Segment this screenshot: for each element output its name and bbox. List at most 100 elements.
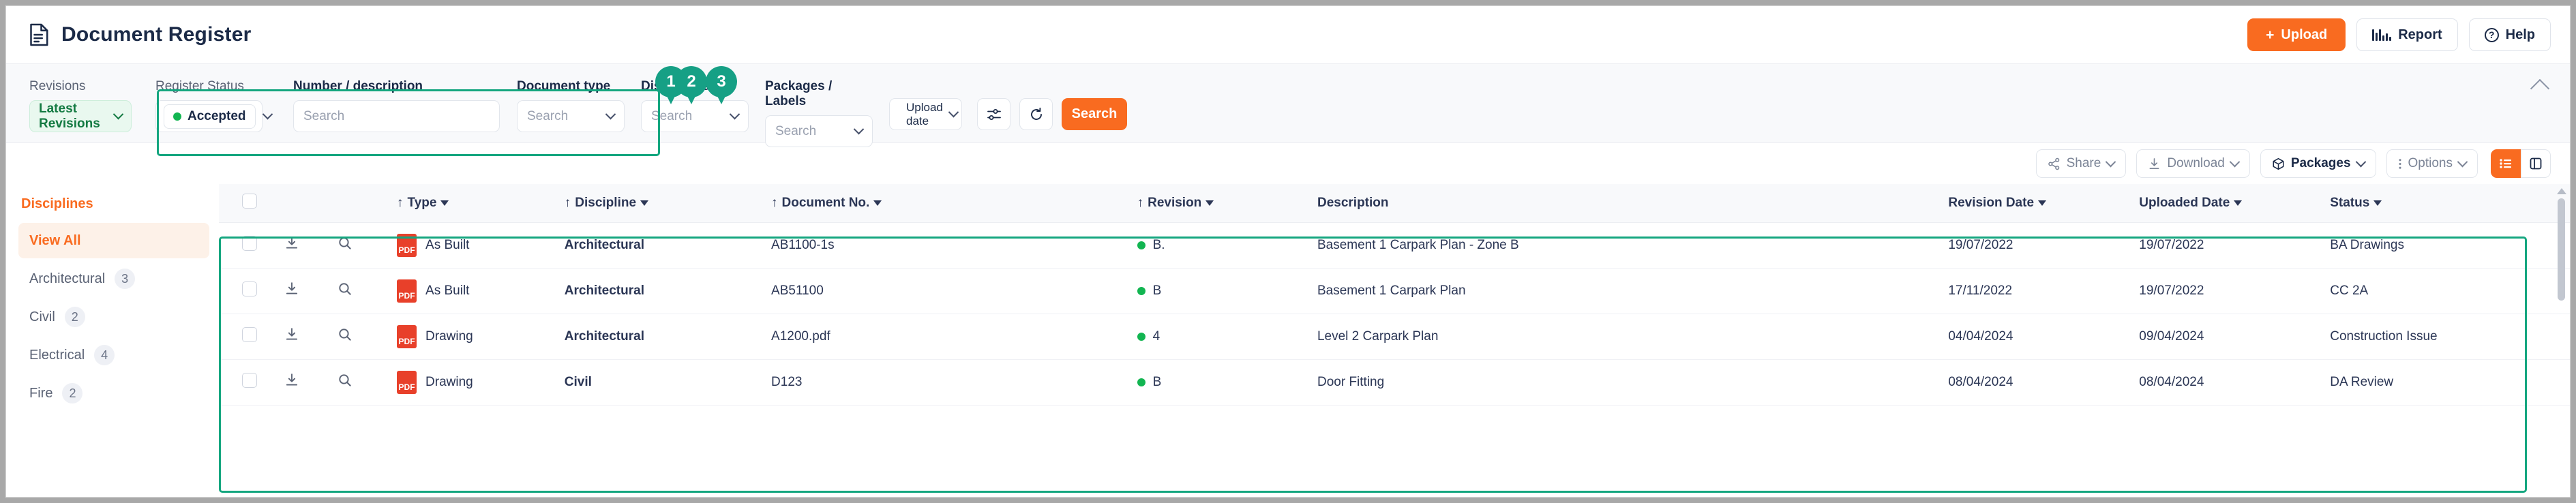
sidebar-item-electrical[interactable]: Electrical 4 [18,337,209,373]
table-row[interactable]: PDF Drawing Architectural A1200.pdf 4 Le… [219,314,2570,360]
collapse-filters-button[interactable] [2530,78,2550,99]
sidebar-item-count: 4 [94,345,115,365]
row-type-cell: PDF As Built [393,222,560,269]
row-status: Construction Issue [2326,314,2570,360]
register-status-chip: Accepted [164,104,256,129]
number-description-input[interactable]: Search [293,100,500,132]
th-document-no[interactable]: ↑ Document No. [767,184,1133,223]
disciplines-sidebar: Disciplines View All Architectural 3 Civ… [6,184,219,497]
revision-status-dot-icon [1137,241,1145,249]
table-row[interactable]: PDF Drawing Civil D123 B Door Fitting 08… [219,359,2570,406]
sidebar-item-civil[interactable]: Civil 2 [18,299,209,335]
th-revision-label: Revision [1148,195,1202,210]
number-description-placeholder: Search [303,108,345,123]
scroll-up-arrow-icon[interactable] [2557,188,2566,194]
document-type-label: Document type [517,79,611,93]
th-type[interactable]: ↑ Type [393,184,560,223]
scrollbar-thumb[interactable] [2558,198,2565,301]
row-type-label: As Built [425,283,470,298]
revisions-select[interactable]: Latest Revisions [29,100,132,132]
caret-down-icon [2234,200,2243,206]
row-description: Basement 1 Carpark Plan - Zone B [1313,222,1945,269]
row-type-label: Drawing [425,374,473,389]
magnifier-icon[interactable] [338,327,353,342]
chevron-down-icon [262,108,273,120]
sidebar-item-view-all[interactable]: View All [18,223,209,258]
row-document-no: D123 [767,359,1133,406]
row-revision: B. [1152,237,1165,252]
table-row[interactable]: PDF As Built Architectural AB51100 B Bas… [219,268,2570,314]
row-download-cell [280,222,333,269]
th-revision-date-label: Revision Date [1948,195,2035,210]
help-button[interactable]: ? Help [2468,18,2551,51]
th-status-label: Status [2330,195,2370,210]
search-button[interactable]: Search [1062,98,1127,130]
download-button[interactable]: Download [2136,149,2250,178]
options-button-label: Options [2408,156,2453,170]
document-icon [30,23,48,46]
split-view-button[interactable] [2521,149,2551,178]
options-button[interactable]: Options [2386,149,2478,178]
row-status: CC 2A [2326,268,2570,314]
download-row-icon[interactable] [284,373,299,388]
page-header: Document Register + Upload Report ? Help [6,6,2570,63]
split-view-icon [2530,157,2542,170]
filter-settings-button[interactable] [977,98,1010,130]
document-type-select[interactable]: Search [517,100,625,132]
view-mode-toggle [2491,149,2551,178]
download-row-icon[interactable] [284,236,299,251]
upload-date-select[interactable]: Upload date [889,98,962,130]
th-description-label: Description [1317,195,1389,210]
annotation-pin-2-label: 2 [676,66,707,97]
th-document-no-label: Document No. [781,195,870,210]
row-revision-cell: 4 [1133,314,1313,360]
magnifier-icon[interactable] [338,373,353,388]
magnifier-icon[interactable] [338,281,353,296]
plus-icon: + [2266,27,2275,43]
sidebar-item-label: View All [29,232,81,248]
number-description-label: Number / description [293,79,423,93]
packages-labels-select[interactable]: Search [765,115,873,147]
reset-filters-button[interactable] [1019,98,1053,130]
revision-status-dot-icon [1137,332,1145,341]
sidebar-item-label: Architectural [29,271,106,286]
th-revision[interactable]: ↑ Revision [1133,184,1313,223]
filter-register-status: Register Status Accepted [155,79,273,132]
sidebar-item-label: Civil [29,309,55,324]
sidebar-item-architectural[interactable]: Architectural 3 [18,261,209,296]
packages-button[interactable]: Packages [2260,149,2376,178]
row-select-cell [219,359,281,406]
upload-button[interactable]: + Upload [2247,18,2346,51]
sidebar-item-label: Electrical [29,347,85,363]
row-type-cell: PDF As Built [393,268,560,314]
sidebar-item-fire[interactable]: Fire 2 [18,376,209,411]
magnifier-icon[interactable] [338,236,353,251]
th-status[interactable]: Status [2326,184,2570,223]
table-row[interactable]: PDF As Built Architectural AB1100-1s B. [219,222,2570,269]
row-checkbox[interactable] [242,235,258,251]
page-body: Disciplines View All Architectural 3 Civ… [6,184,2570,497]
register-status-select[interactable]: Accepted [155,100,273,132]
row-uploaded-date: 09/04/2024 [2135,314,2326,360]
pdf-file-icon: PDF [397,324,417,348]
row-revision: 4 [1152,329,1160,344]
share-button[interactable]: Share [2035,149,2127,178]
download-row-icon[interactable] [284,281,299,296]
sidebar-item-count: 2 [64,307,85,327]
row-checkbox[interactable] [242,372,258,388]
filter-action-buttons: Search [977,79,1127,130]
select-all-checkbox[interactable] [242,193,258,209]
row-revision-date: 08/04/2024 [1944,359,2136,406]
download-row-icon[interactable] [284,327,299,342]
report-button[interactable]: Report [2356,18,2458,51]
row-checkbox[interactable] [242,326,258,342]
box-icon [2273,157,2284,170]
th-revision-date[interactable]: Revision Date [1944,184,2136,223]
row-checkbox[interactable] [242,281,258,296]
register-status-value: Accepted [188,108,246,123]
row-description: Basement 1 Carpark Plan [1313,268,1945,314]
th-uploaded-date[interactable]: Uploaded Date [2135,184,2326,223]
list-view-button[interactable] [2491,149,2521,178]
th-discipline[interactable]: ↑ Discipline [560,184,768,223]
table-scrollbar[interactable] [2557,188,2566,481]
